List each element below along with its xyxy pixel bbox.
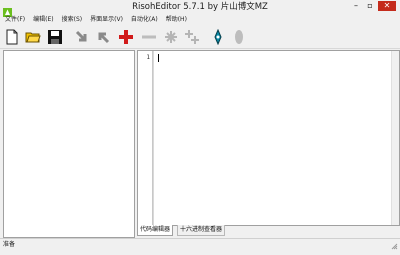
status-bar: 准备 <box>0 238 400 251</box>
save-icon[interactable] <box>47 29 63 45</box>
menu-search[interactable]: 搜索(S) <box>59 15 86 25</box>
toolbar <box>0 26 400 49</box>
add-icon[interactable] <box>118 29 134 45</box>
new-file-icon[interactable] <box>4 29 20 45</box>
editor-tabs: 代码编辑器 十六进制查看器 <box>137 225 400 236</box>
code-editor[interactable]: 1 <box>137 50 400 226</box>
minimize-button[interactable]: – <box>350 1 362 11</box>
menu-help[interactable]: 帮助(H) <box>163 15 190 25</box>
tab-code-editor[interactable]: 代码编辑器 <box>137 225 174 236</box>
menu-bar: 文件(F) 编辑(E) 搜索(S) 界面显示(V) 自动化(A) 帮助(H) <box>0 15 400 25</box>
export-arrow-icon[interactable] <box>95 29 111 45</box>
menu-file[interactable]: 文件(F) <box>2 15 28 25</box>
close-button[interactable]: ✕ <box>378 1 396 11</box>
app-window: RisohEditor 5.7.1 by 片山博文MZ – ▫ ✕ 文件(F) … <box>0 0 400 251</box>
tab-hex-viewer[interactable]: 十六进制查看器 <box>177 225 226 236</box>
vertical-scrollbar[interactable] <box>391 51 399 225</box>
resource-tree-pane[interactable] <box>3 50 135 238</box>
star-icon[interactable] <box>163 29 179 45</box>
menu-view[interactable]: 界面显示(V) <box>87 15 126 25</box>
title-bar: RisohEditor 5.7.1 by 片山博文MZ – ▫ ✕ <box>0 0 400 17</box>
maximize-button[interactable]: ▫ <box>364 1 376 11</box>
text-caret <box>158 54 159 62</box>
ellipse-icon[interactable] <box>231 29 247 45</box>
line-number: 1 <box>146 54 150 61</box>
import-arrow-icon[interactable] <box>74 29 90 45</box>
open-folder-icon[interactable] <box>25 29 41 45</box>
status-text: 准备 <box>3 241 16 248</box>
menu-automation[interactable]: 自动化(A) <box>128 15 161 25</box>
gutter-separator <box>153 51 154 225</box>
plus-plus-icon[interactable] <box>184 29 200 45</box>
line-number-gutter: 1 <box>138 51 153 225</box>
window-title: RisohEditor 5.7.1 by 片山博文MZ <box>132 2 268 12</box>
compile-pen-icon[interactable] <box>210 29 226 45</box>
resize-grip-icon[interactable] <box>390 242 398 250</box>
remove-icon[interactable] <box>141 29 157 45</box>
menu-edit[interactable]: 编辑(E) <box>30 15 56 25</box>
